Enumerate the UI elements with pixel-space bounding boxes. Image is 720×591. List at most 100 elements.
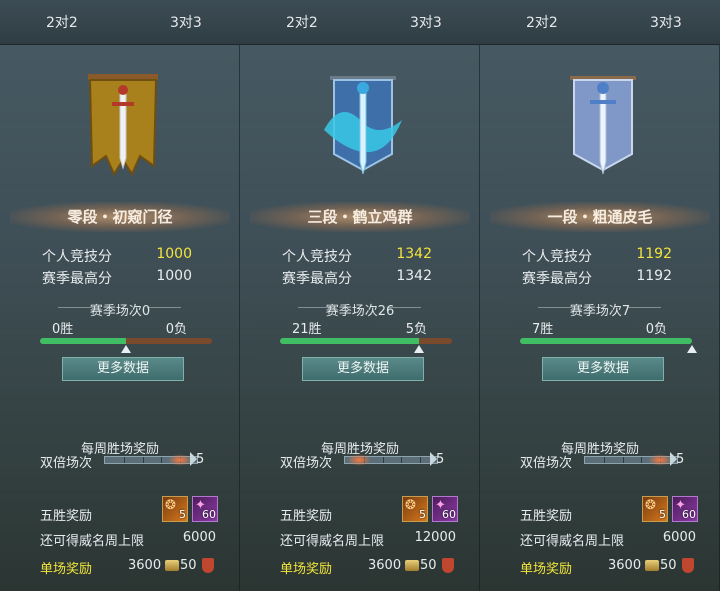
shield-icon — [682, 558, 694, 573]
double-matches-bar — [344, 454, 438, 466]
item-quantity: 60 — [202, 508, 216, 521]
season-best-value: 1342 — [396, 268, 432, 284]
reward-item-scroll[interactable]: ❂ 5 — [642, 496, 668, 522]
season-best-value: 1000 — [156, 268, 192, 284]
mode-tabs: 2对2 3对3 — [480, 0, 720, 45]
reward-item-scroll[interactable]: ❂ 5 — [162, 496, 188, 522]
reward-item-gem[interactable]: ✦ 60 — [432, 496, 458, 522]
rank-title: 三段・鹤立鸡群 — [250, 202, 470, 232]
win-fill — [520, 338, 692, 344]
coin-icon — [405, 560, 419, 571]
losses-count: 0负 — [645, 322, 667, 337]
rank-title: 一段・粗通皮毛 — [490, 202, 710, 232]
reward-item-gem[interactable]: ✦ 60 — [672, 496, 698, 522]
tab-2v2[interactable]: 2对2 — [286, 12, 318, 32]
losses-count: 0负 — [165, 322, 187, 337]
item-quantity: 5 — [419, 508, 426, 521]
losses-count: 5负 — [405, 322, 427, 337]
scroll-icon: ❂ — [165, 498, 176, 513]
single-reward-label: 单场奖励 — [520, 562, 573, 577]
single-reward-label: 单场奖励 — [280, 562, 333, 577]
personal-score-value: 1192 — [636, 246, 672, 262]
weekly-cap-label: 还可得威名周上限 — [280, 534, 385, 549]
panel-col-2: 2对2 3对3 一段・粗通皮毛 个人竞技分 1192 赛季最高分 1192 赛季… — [480, 0, 720, 591]
season-best-label: 赛季最高分 — [522, 271, 592, 287]
win-loss-bar — [280, 338, 452, 344]
season-best-value: 1192 — [636, 268, 672, 284]
win-ratio-marker — [121, 345, 131, 353]
single-honor-value: 50 — [660, 558, 677, 573]
single-honor-value: 50 — [420, 558, 437, 573]
five-win-reward-label: 五胜奖励 — [520, 509, 573, 524]
double-matches-label: 双倍场次 — [520, 456, 573, 471]
double-matches-bar — [584, 454, 678, 466]
reward-item-gem[interactable]: ✦ 60 — [192, 496, 218, 522]
mode-tabs: 2对2 3对3 — [240, 0, 480, 45]
double-matches-count: 5 — [429, 452, 445, 467]
double-glow — [168, 454, 193, 466]
item-quantity: 5 — [179, 508, 186, 521]
season-matches: 赛季场次0 — [89, 304, 151, 319]
weekly-cap-label: 还可得威名周上限 — [40, 534, 145, 549]
personal-score-value: 1342 — [396, 246, 432, 262]
reward-item-scroll[interactable]: ❂ 5 — [402, 496, 428, 522]
double-matches-label: 双倍场次 — [280, 456, 333, 471]
shield-icon — [442, 558, 454, 573]
five-win-reward-label: 五胜奖励 — [280, 509, 333, 524]
tab-3v3[interactable]: 3对3 — [650, 12, 682, 32]
double-matches-label: 双倍场次 — [40, 456, 93, 471]
item-quantity: 5 — [659, 508, 666, 521]
five-win-reward-label: 五胜奖励 — [40, 509, 93, 524]
tab-3v3[interactable]: 3对3 — [170, 12, 202, 32]
win-ratio-marker — [413, 345, 424, 353]
bronze-sword-banner-icon — [88, 74, 158, 177]
personal-score-label: 个人竞技分 — [522, 249, 592, 265]
panel-col-1: 2对2 3对3 三段・鹤立鸡群 个人竞技分 1342 赛季最高分 1342 赛季… — [240, 0, 480, 591]
panel-col-3: 2对2 3对3 零段・初窥门径 个人竞技分 1000 赛季最高分 1000 赛季… — [0, 0, 240, 591]
win-ratio-marker — [687, 345, 697, 353]
season-best-label: 赛季最高分 — [42, 271, 112, 287]
single-honor-value: 50 — [180, 558, 197, 573]
single-coin-value: 3600 — [608, 558, 642, 573]
single-coin-value: 3600 — [368, 558, 402, 573]
wins-count: 21胜 — [292, 322, 322, 337]
season-matches: 赛季场次7 — [569, 304, 631, 319]
coin-icon — [645, 560, 659, 571]
more-data-button[interactable]: 更多数据 — [302, 357, 424, 381]
item-quantity: 60 — [682, 508, 696, 521]
weekly-cap-value: 6000 — [662, 530, 696, 545]
personal-score-label: 个人竞技分 — [282, 249, 352, 265]
personal-score-label: 个人竞技分 — [42, 249, 112, 265]
item-quantity: 60 — [442, 508, 456, 521]
tab-2v2[interactable]: 2对2 — [46, 12, 78, 32]
double-matches-bar — [104, 454, 198, 466]
double-glow — [347, 454, 372, 466]
blue-dragon-sword-banner-icon — [324, 76, 402, 175]
wins-count: 0胜 — [52, 322, 74, 337]
double-glow — [648, 454, 673, 466]
coin-icon — [165, 560, 179, 571]
weekly-cap-value: 6000 — [182, 530, 216, 545]
silver-sword-banner-icon — [570, 76, 636, 175]
win-loss-bar — [40, 338, 212, 344]
personal-score-value: 1000 — [156, 246, 192, 262]
tab-2v2[interactable]: 2对2 — [526, 12, 558, 32]
weekly-cap-label: 还可得威名周上限 — [520, 534, 625, 549]
season-best-label: 赛季最高分 — [282, 271, 352, 287]
win-fill — [280, 338, 419, 344]
wins-count: 7胜 — [532, 322, 554, 337]
scroll-icon: ❂ — [645, 498, 656, 513]
rank-title: 零段・初窥门径 — [10, 202, 230, 232]
win-loss-bar — [520, 338, 692, 344]
double-matches-count: 5 — [669, 452, 685, 467]
single-coin-value: 3600 — [128, 558, 162, 573]
more-data-button[interactable]: 更多数据 — [542, 357, 664, 381]
tab-3v3[interactable]: 3对3 — [410, 12, 442, 32]
win-fill — [40, 338, 126, 344]
more-data-button[interactable]: 更多数据 — [62, 357, 184, 381]
double-matches-count: 5 — [189, 452, 205, 467]
scroll-icon: ❂ — [405, 498, 416, 513]
single-reward-label: 单场奖励 — [40, 562, 93, 577]
shield-icon — [202, 558, 214, 573]
mode-tabs: 2对2 3对3 — [0, 0, 240, 45]
